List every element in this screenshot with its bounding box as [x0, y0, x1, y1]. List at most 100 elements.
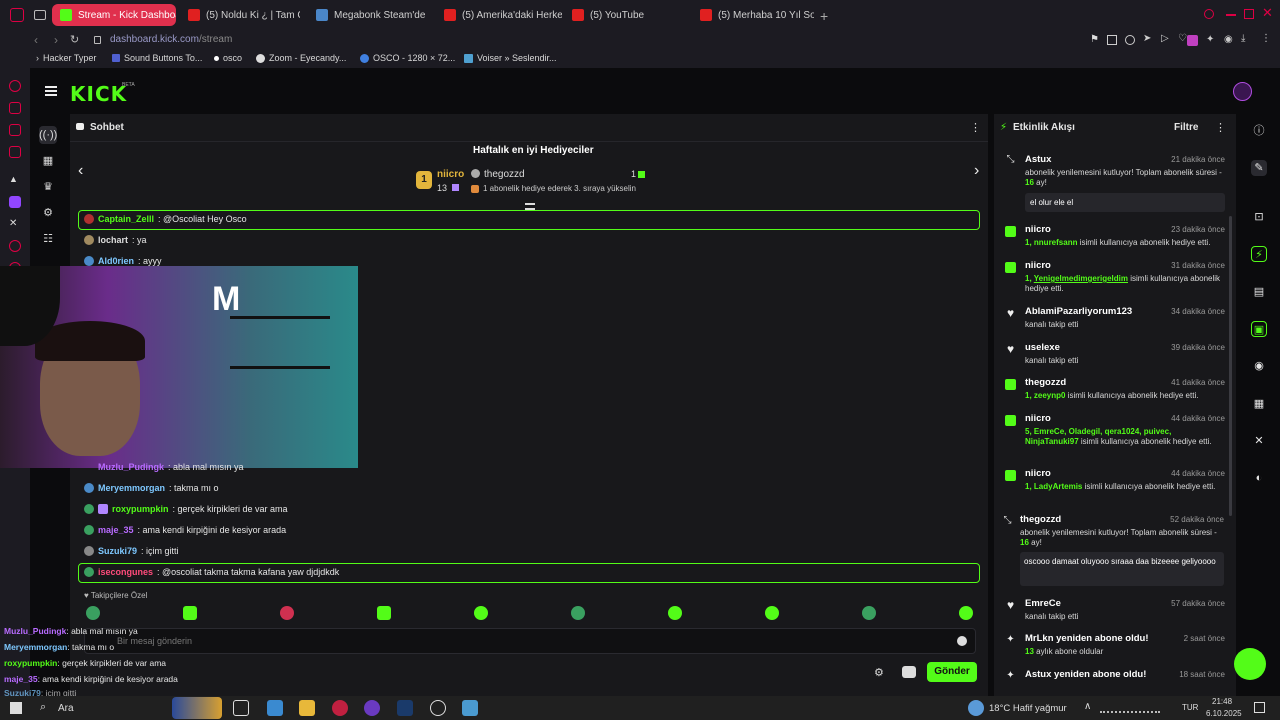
sidebar-x-icon[interactable]: ✕ [9, 218, 21, 230]
file-explorer-icon[interactable] [299, 700, 315, 716]
search-tabs-icon[interactable] [1204, 9, 1214, 19]
bookmark-voiser[interactable]: Voiser » Seslendir... [464, 53, 557, 63]
discord-icon[interactable] [364, 700, 380, 716]
bookmark-star-icon[interactable]: ⚑ [1090, 34, 1099, 45]
sidebar-bag-icon[interactable] [9, 102, 21, 114]
extension-icon[interactable] [1187, 35, 1198, 46]
chat-menu-icon[interactable]: ⋮ [970, 121, 981, 134]
puzzle-icon[interactable]: ✦ [1206, 34, 1214, 45]
profile-icon[interactable]: ◉ [1224, 34, 1233, 45]
steam-icon[interactable] [397, 700, 413, 716]
sidebar-twitch-icon[interactable] [9, 196, 21, 208]
heart-icon[interactable]: ♡ [1178, 33, 1187, 44]
activity-highlight[interactable]: LadyArtemis [1034, 482, 1082, 491]
activity-highlight[interactable]: nnurefsann [1034, 238, 1078, 247]
clock-date[interactable]: 6.10.2025 [1206, 709, 1242, 718]
tab-switch-icon[interactable] [34, 10, 46, 20]
info-icon[interactable]: ⓘ [1251, 123, 1267, 139]
message-username[interactable]: Muzlu_Pudingk [98, 462, 164, 472]
sidebar-instagram-icon[interactable] [9, 146, 21, 158]
message-username[interactable]: Ald0rien [98, 256, 134, 266]
collapse-icon[interactable] [525, 203, 535, 210]
new-tab-icon[interactable]: + [820, 8, 828, 24]
capture-icon[interactable]: ⊡ [1251, 209, 1267, 225]
language-indicator[interactable]: TUR [1182, 703, 1198, 712]
edit-icon[interactable]: ✎ [1251, 160, 1267, 176]
tray-chevron-icon[interactable]: ∧ [1084, 701, 1091, 712]
gifter1-name[interactable]: niicro [437, 169, 464, 180]
weather-icon[interactable] [968, 700, 984, 716]
emote-icon[interactable] [377, 606, 391, 620]
emote-icon[interactable] [86, 606, 100, 620]
bookmark-sound-buttons[interactable]: Sound Buttons To... [112, 53, 202, 63]
bookmark-zoom[interactable]: Zoom - Eyecandy... [256, 53, 346, 63]
minimize-icon[interactable] [1226, 14, 1236, 16]
sidebar-refresh-icon[interactable] [9, 80, 21, 92]
gifter2-name[interactable]: thegozzd [484, 169, 525, 180]
tab-youtube-2[interactable]: (5) Amerika'daki Herkesi [436, 4, 562, 26]
message-username[interactable]: maje_35 [98, 525, 134, 535]
emote-icon[interactable] [668, 606, 682, 620]
toggle-icon[interactable]: ◐ [1251, 470, 1267, 486]
emote-icon[interactable] [474, 606, 488, 620]
activity-menu-icon[interactable]: ⋮ [1215, 121, 1226, 134]
wrench-icon[interactable]: ✕ [1251, 433, 1267, 449]
tab-youtube-4[interactable]: (5) Merhaba 10 Yıl Sonra [692, 4, 814, 26]
activity-highlight[interactable]: Yenigelmedimgerigeldim [1034, 274, 1128, 283]
sidebar-chat-icon[interactable] [9, 124, 21, 136]
message-username[interactable]: isecongunes [98, 567, 153, 577]
tab-youtube-3[interactable]: (5) YouTube [564, 4, 690, 26]
send-icon[interactable]: ➤ [1143, 33, 1151, 44]
windows-start-icon[interactable] [10, 702, 22, 714]
send-button[interactable]: Gönder [927, 662, 977, 682]
screenshot-icon[interactable] [1107, 35, 1117, 45]
taskbar-search-label[interactable]: Ara [58, 703, 74, 714]
url-field[interactable]: dashboard.kick.com/stream [110, 34, 232, 45]
nav-gear-icon[interactable]: ⚙ [41, 206, 55, 220]
emote-icon[interactable] [765, 606, 779, 620]
chat-settings-icon[interactable]: ⚙ [874, 666, 884, 679]
emote-icon[interactable] [280, 606, 294, 620]
activity-scrollbar[interactable] [1229, 216, 1232, 516]
shield-icon[interactable] [1125, 35, 1135, 45]
sidebar-tiktok-icon[interactable]: ▲ [9, 174, 21, 186]
tray-icons[interactable] [1100, 703, 1160, 713]
gifters-next-icon[interactable]: › [974, 162, 979, 180]
tab-youtube-1[interactable]: (5) Noldu Ki ¿ | Tam Çene [180, 4, 300, 26]
broadcast-icon[interactable]: ◉ [1251, 358, 1267, 374]
taskbar-widget-icon[interactable] [172, 697, 222, 719]
message-username[interactable]: Meryemmorgan [98, 483, 165, 493]
notification-icon[interactable] [1254, 702, 1265, 713]
bookmark-osco-1280[interactable]: OSCO - 1280 × 72... [360, 53, 455, 63]
tab-steam[interactable]: Megabonk Steam'de [308, 4, 432, 26]
filter-button[interactable]: Filtre [1174, 122, 1198, 133]
emote-icon[interactable] [862, 606, 876, 620]
weather-text[interactable]: 18°C Hafif yağmur [989, 703, 1067, 714]
hamburger-menu-icon[interactable] [45, 86, 57, 96]
close-icon[interactable]: ✕ [1262, 5, 1273, 21]
chat-badge-icon[interactable] [902, 666, 916, 678]
message-username[interactable]: lochart [98, 235, 128, 245]
emote-icon[interactable] [183, 606, 197, 620]
emote-icon[interactable] [959, 606, 973, 620]
activity-highlight[interactable]: zeeynp0 [1034, 391, 1066, 400]
forward-icon[interactable]: › [54, 33, 58, 47]
reload-icon[interactable]: ↻ [70, 33, 79, 46]
maximize-icon[interactable] [1244, 9, 1254, 19]
message-username[interactable]: Suzuki79 [98, 546, 137, 556]
tab-kick-dashboard[interactable]: Stream - Kick Dashboard [52, 4, 176, 26]
layout-icon[interactable]: ▦ [1251, 396, 1267, 412]
sidebar-record-icon[interactable] [9, 240, 21, 252]
help-chat-button[interactable] [1234, 648, 1266, 680]
menu-dots-icon[interactable]: ⋮ [1261, 33, 1271, 44]
nav-trophy-icon[interactable]: ♛ [41, 180, 55, 194]
app-icon[interactable] [267, 700, 283, 716]
app-icon[interactable] [462, 700, 478, 716]
clock-time[interactable]: 21:48 [1212, 697, 1232, 706]
back-icon[interactable]: ‹ [34, 33, 38, 47]
activity-toggle-icon[interactable]: ⚡ [1251, 246, 1267, 262]
opera-icon[interactable] [332, 700, 348, 716]
user-avatar[interactable] [1233, 82, 1252, 101]
gifters-prev-icon[interactable]: ‹ [78, 162, 83, 180]
play-icon[interactable]: ▷ [1161, 33, 1169, 44]
